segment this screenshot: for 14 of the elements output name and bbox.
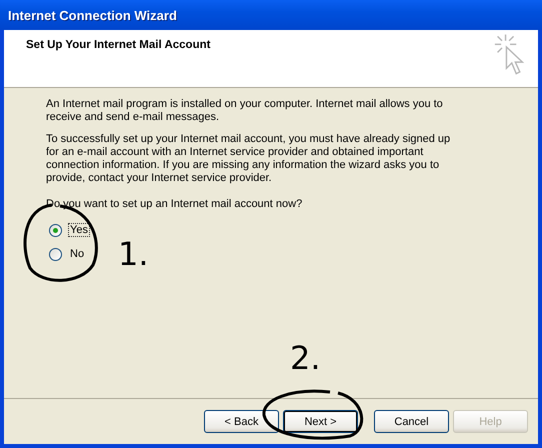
window-title: Internet Connection Wizard <box>8 8 177 22</box>
wizard-button[interactable]: Cancel <box>374 410 449 433</box>
option-label[interactable]: Yes <box>68 223 90 237</box>
handwritten-number: 1. <box>118 238 149 270</box>
handwritten-number: 2. <box>290 342 321 374</box>
radio-button[interactable] <box>49 224 62 236</box>
option-label[interactable]: No <box>68 247 86 261</box>
radio-button[interactable] <box>49 248 62 260</box>
wizard-button[interactable]: < Back <box>204 410 279 433</box>
cursor-sparkle-icon <box>494 33 526 77</box>
page-heading: Set Up Your Internet Mail Account <box>26 39 210 51</box>
wizard-button[interactable]: Next > <box>283 410 358 433</box>
description-text: To successfully set up your Internet mail account, you must have already signed up for an e-mail account with an Internet service provider and obtained important connection information. If you are missing any information the wizard asks you to provide, contact your Internet service provider. <box>46 133 452 185</box>
description-text: An Internet mail program is installed on your computer. Internet mail allows you to receive and send e-mail messages. <box>46 98 444 124</box>
